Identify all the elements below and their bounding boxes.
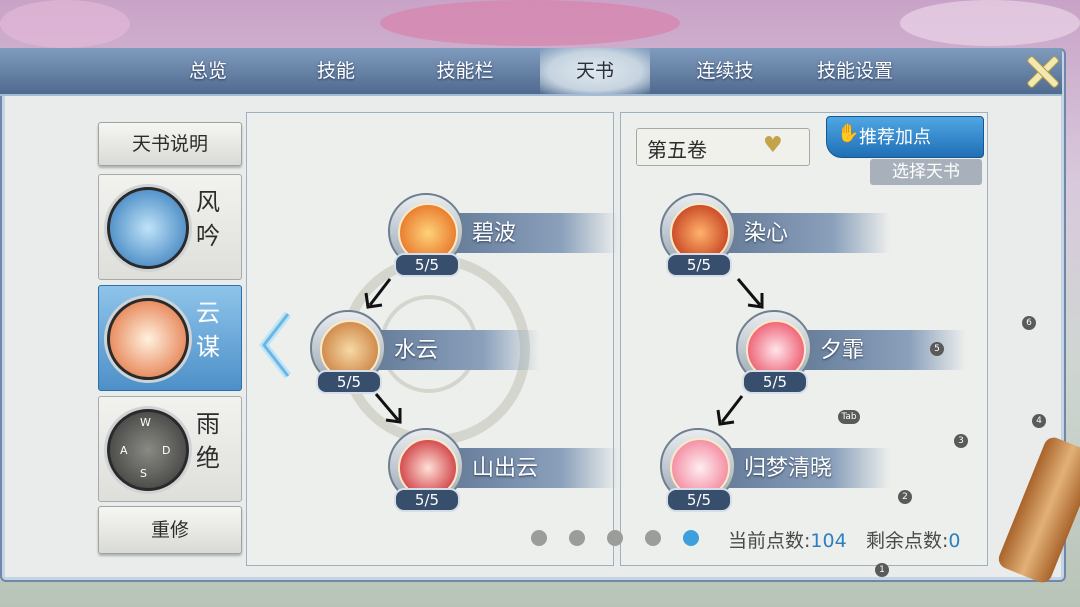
skill-level: 5/5	[742, 370, 808, 394]
tab-skills[interactable]: 技能	[296, 48, 376, 94]
compass-s: S	[140, 467, 147, 480]
tree-arrow-icon	[374, 393, 402, 424]
wind-emblem-icon	[107, 187, 189, 269]
skill-name: 归梦清晓	[744, 456, 833, 481]
overlay-badge: 6	[1022, 316, 1036, 330]
overlay-badge: 5	[930, 342, 944, 356]
school-fengyin[interactable]: 风吟	[98, 174, 242, 280]
page-dot[interactable]	[531, 530, 547, 546]
current-points-value: 104	[810, 530, 847, 552]
skill-node-guimengqingxiao[interactable]: 归梦清晓 5/5	[660, 428, 920, 512]
skill-node-ranxin[interactable]: 染心 5/5	[660, 193, 920, 277]
overlay-badge: Tab	[838, 410, 860, 424]
blossom-decoration	[0, 0, 130, 48]
skill-name: 夕霏	[820, 338, 865, 363]
tab-skill-settings[interactable]: 技能设置	[800, 48, 910, 94]
current-points: 当前点数:104	[728, 526, 847, 553]
tab-skill-bar[interactable]: 技能栏	[420, 48, 510, 94]
volume-select-value: 第五卷	[647, 138, 707, 162]
skill-node-shuiyun[interactable]: 水云 5/5	[310, 310, 570, 394]
lotus-emblem-icon	[107, 298, 189, 380]
blossom-decoration	[900, 0, 1080, 46]
tree-arrow-icon	[716, 395, 744, 426]
chevron-down-icon: ♥	[763, 133, 783, 158]
skill-level: 5/5	[666, 253, 732, 277]
recommend-label: 推荐加点	[859, 127, 931, 148]
page-dot[interactable]	[645, 530, 661, 546]
skill-level: 5/5	[394, 488, 460, 512]
compass-w: W	[140, 416, 151, 429]
skill-name: 碧波	[472, 221, 517, 246]
recommend-points-button[interactable]: 推荐加点 ✋	[826, 116, 984, 158]
tab-overview[interactable]: 总览	[168, 48, 248, 94]
remaining-points-value: 0	[948, 530, 961, 552]
skill-name: 水云	[394, 338, 439, 363]
school-yunmou[interactable]: 云谋	[98, 285, 242, 391]
choose-book-button[interactable]: 选择天书	[870, 159, 982, 185]
prev-arrow-icon[interactable]	[256, 310, 296, 380]
skill-node-bibo[interactable]: 碧波 5/5	[388, 193, 648, 277]
page-dot[interactable]	[569, 530, 585, 546]
overlay-badge: 4	[1032, 414, 1046, 428]
blossom-decoration	[380, 0, 680, 46]
skill-node-xifei[interactable]: 夕霏 5/5	[736, 310, 996, 394]
skill-name: 染心	[744, 221, 789, 246]
page-dot[interactable]	[683, 530, 699, 546]
close-button[interactable]	[1020, 50, 1062, 92]
skill-node-shanchuyun[interactable]: 山出云 5/5	[388, 428, 648, 512]
reset-button[interactable]: 重修	[98, 506, 242, 554]
overlay-badge: 3	[954, 434, 968, 448]
volume-select[interactable]: 第五卷 ♥	[636, 128, 810, 166]
school-yujue[interactable]: W A D S 雨绝	[98, 396, 242, 502]
tab-combo[interactable]: 连续技	[680, 48, 770, 94]
compass-a: A	[120, 444, 128, 457]
school-name: 雨绝	[196, 410, 220, 472]
tab-tianshu[interactable]: 天书	[540, 48, 650, 94]
compass-d: D	[162, 444, 171, 457]
current-points-label: 当前点数:	[728, 530, 811, 552]
skill-level: 5/5	[666, 488, 732, 512]
tree-arrow-icon	[364, 278, 392, 309]
remaining-points: 剩余点数:0	[866, 526, 961, 553]
skill-level: 5/5	[394, 253, 460, 277]
page-dot[interactable]	[607, 530, 623, 546]
school-name: 云谋	[196, 299, 220, 361]
compass-emblem-icon: W A D S	[107, 409, 189, 491]
remaining-points-label: 剩余点数:	[866, 530, 949, 552]
tree-arrow-icon	[736, 278, 764, 309]
overlay-badge: 1	[875, 563, 889, 577]
tianshu-info-button[interactable]: 天书说明	[98, 122, 242, 166]
skill-name: 山出云	[472, 456, 539, 481]
overlay-badge: 2	[898, 490, 912, 504]
thumbs-up-icon: ✋	[837, 123, 860, 144]
school-name: 风吟	[196, 188, 220, 250]
